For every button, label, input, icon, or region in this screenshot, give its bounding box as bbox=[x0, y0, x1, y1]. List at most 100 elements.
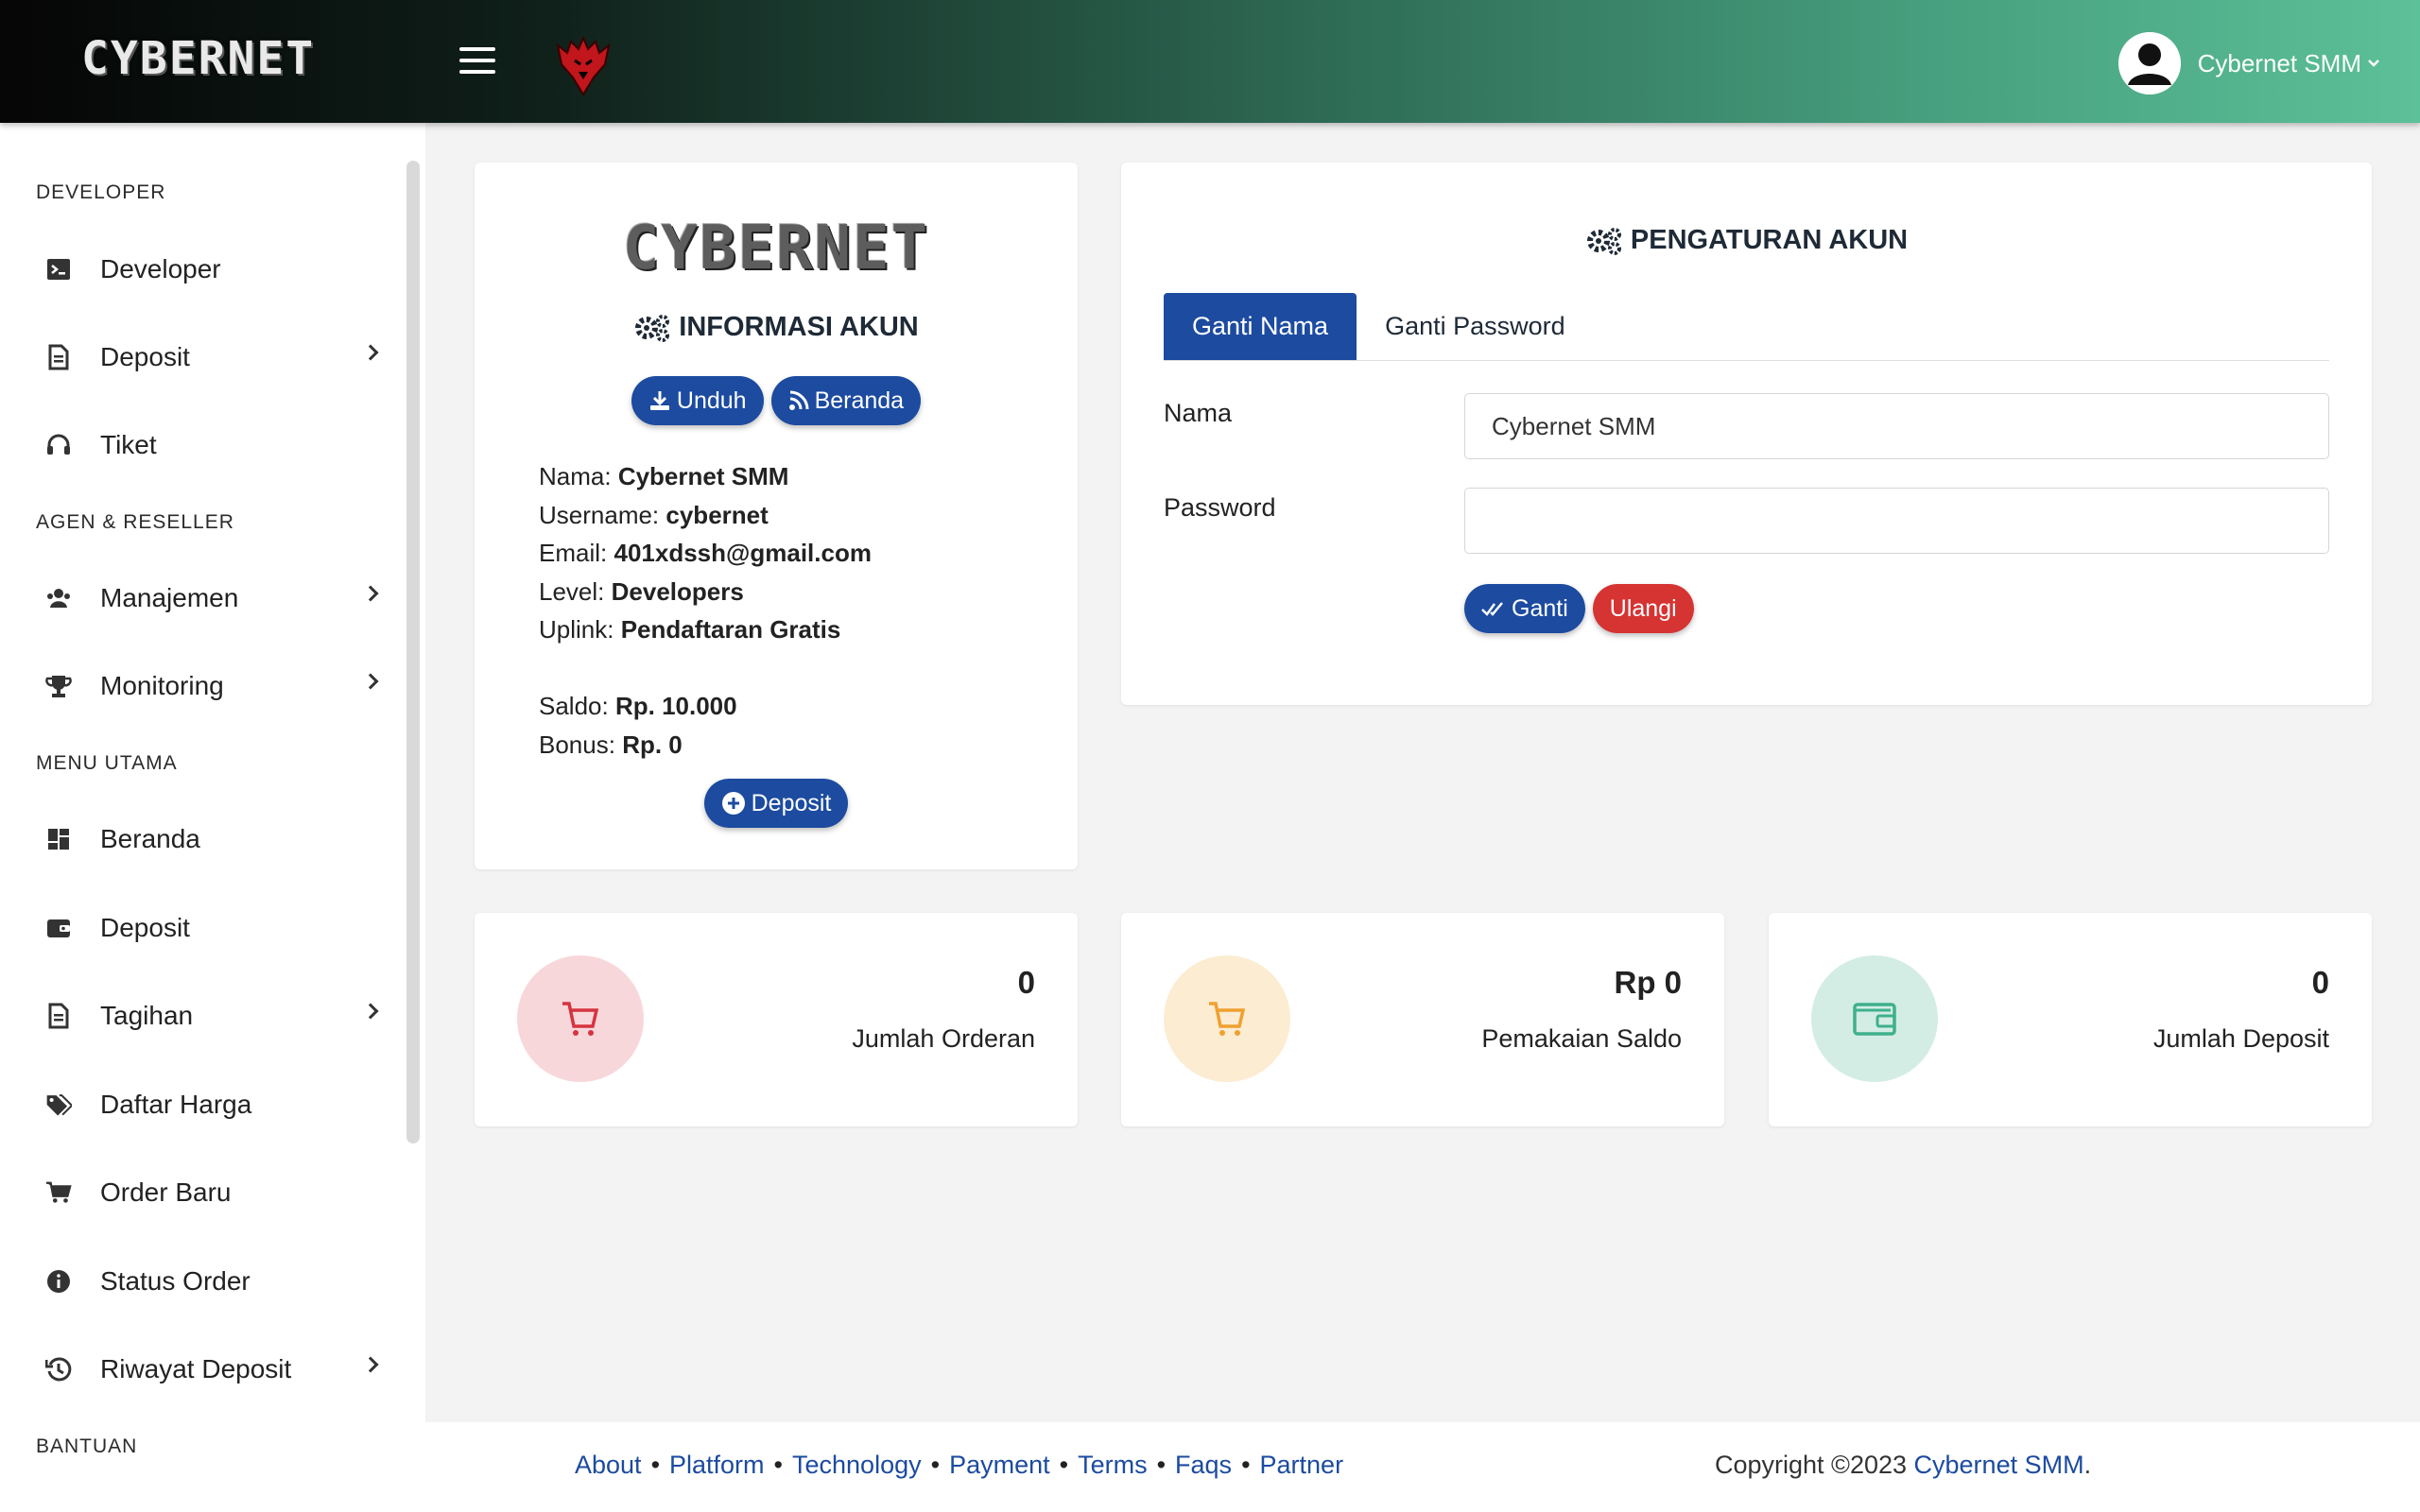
sidebar-item-label: Monitoring bbox=[100, 671, 224, 700]
sidebar-item-daftar-harga[interactable]: Daftar Harga bbox=[0, 1072, 397, 1138]
cobra-logo-icon bbox=[556, 36, 611, 96]
sidebar-item-tiket[interactable]: Tiket bbox=[0, 412, 397, 478]
account-info-title-text: INFORMASI AKUN bbox=[679, 312, 919, 342]
user-name: Cybernet SMM bbox=[2197, 48, 2361, 77]
avatar bbox=[2118, 32, 2181, 94]
rss-icon bbox=[788, 390, 809, 410]
chevron-down-icon bbox=[2368, 60, 2379, 67]
menu-toggle-icon[interactable] bbox=[459, 47, 497, 76]
sidebar-item-order-baru[interactable]: Order Baru bbox=[0, 1160, 397, 1226]
sidebar-item-status-order[interactable]: Status Order bbox=[0, 1248, 397, 1314]
detail-username: Username: cybernet bbox=[539, 500, 769, 529]
users-icon bbox=[45, 585, 72, 611]
sidebar-heading-bantuan: BANTUAN bbox=[36, 1435, 138, 1457]
sidebar-item-riwayat-deposit[interactable]: Riwayat Deposit bbox=[0, 1336, 397, 1402]
stat-value: 0 bbox=[1017, 965, 1035, 1000]
password-field-label: Password bbox=[1164, 493, 1276, 522]
double-check-icon bbox=[1481, 602, 1503, 616]
footer-link-about[interactable]: About bbox=[575, 1451, 642, 1480]
name-field[interactable] bbox=[1464, 393, 2329, 459]
detail-nama: Nama: Cybernet SMM bbox=[539, 462, 789, 490]
deposit-action: Deposit bbox=[475, 779, 1078, 828]
stat-label: Pemakaian Saldo bbox=[1481, 1024, 1682, 1053]
name-field-label: Nama bbox=[1164, 399, 1233, 427]
dashboard-icon bbox=[45, 826, 72, 852]
account-settings-card: PENGATURAN AKUN Ganti Nama Ganti Passwor… bbox=[1121, 163, 2372, 705]
home-button[interactable]: Beranda bbox=[770, 376, 922, 425]
sidebar-item-label: Tiket bbox=[100, 430, 157, 459]
sidebar-item-label: Manajemen bbox=[100, 583, 239, 612]
sidebar-item-deposit-dev[interactable]: Deposit bbox=[0, 324, 397, 390]
invoice-icon bbox=[45, 1003, 72, 1029]
sidebar-item-manajemen[interactable]: Manajemen bbox=[0, 565, 397, 631]
detail-saldo: Saldo: Rp. 10.000 bbox=[539, 692, 737, 720]
password-field[interactable] bbox=[1464, 488, 2329, 554]
chevron-right-icon bbox=[362, 1356, 379, 1373]
copyright: Copyright ©2023 Cybernet SMM. bbox=[1715, 1451, 2092, 1479]
detail-bonus: Bonus: Rp. 0 bbox=[539, 730, 683, 759]
sidebar-heading-menu-utama: MENU UTAMA bbox=[36, 752, 178, 774]
account-actions: Unduh Beranda bbox=[475, 376, 1078, 425]
sidebar-item-tagihan[interactable]: Tagihan bbox=[0, 983, 397, 1049]
chevron-right-icon bbox=[362, 585, 379, 602]
footer-link-faqs[interactable]: Faqs bbox=[1175, 1451, 1232, 1480]
home-button-label: Beranda bbox=[814, 387, 905, 414]
history-icon bbox=[45, 1356, 72, 1383]
settings-title-text: PENGATURAN AKUN bbox=[1630, 225, 1909, 255]
sidebar-item-monitoring[interactable]: Monitoring bbox=[0, 653, 397, 719]
user-menu[interactable]: Cybernet SMM bbox=[2118, 32, 2380, 94]
tab-ganti-nama[interactable]: Ganti Nama bbox=[1164, 293, 1357, 360]
footer-link-payment[interactable]: Payment bbox=[949, 1451, 1050, 1480]
reset-button[interactable]: Ulangi bbox=[1592, 584, 1694, 633]
trophy-icon bbox=[45, 673, 72, 699]
download-icon bbox=[649, 391, 669, 410]
detail-level: Level: Developers bbox=[539, 576, 744, 606]
submit-button[interactable]: Ganti bbox=[1464, 584, 1585, 633]
wallet-icon bbox=[1853, 1003, 1896, 1036]
tab-ganti-password[interactable]: Ganti Password bbox=[1357, 293, 1594, 360]
sidebar-item-developer[interactable]: Developer bbox=[0, 236, 397, 302]
download-button[interactable]: Unduh bbox=[631, 376, 764, 425]
stat-card-orders: 0 Jumlah Orderan bbox=[475, 913, 1078, 1126]
footer-link-platform[interactable]: Platform bbox=[669, 1451, 765, 1480]
headset-icon bbox=[45, 432, 72, 458]
account-details: Nama: Cybernet SMM Username: cybernet Em… bbox=[539, 457, 872, 764]
cart-icon bbox=[1209, 1002, 1246, 1036]
stat-card-balance-usage: Rp 0 Pemakaian Saldo bbox=[1121, 913, 1724, 1126]
settings-title: PENGATURAN AKUN bbox=[1121, 225, 2372, 256]
chevron-right-icon bbox=[362, 673, 379, 690]
settings-tabs: Ganti Nama Ganti Password bbox=[1164, 293, 2329, 361]
top-navbar: CYBERNET Cybernet SMM bbox=[0, 0, 2420, 123]
sidebar-item-deposit[interactable]: Deposit bbox=[0, 895, 397, 961]
footer-link-technology[interactable]: Technology bbox=[792, 1451, 922, 1480]
footer-link-terms[interactable]: Terms bbox=[1078, 1451, 1148, 1480]
brand-logo[interactable]: CYBERNET bbox=[81, 32, 315, 85]
stat-label: Jumlah Deposit bbox=[2152, 1024, 2329, 1053]
stat-icon-circle bbox=[517, 955, 644, 1082]
sidebar-item-beranda[interactable]: Beranda bbox=[0, 806, 397, 872]
footer: About • Platform • Technology • Payment • Te… bbox=[425, 1422, 2420, 1512]
stat-value: 0 bbox=[2311, 965, 2329, 1000]
sidebar-heading-developer: DEVELOPER bbox=[36, 181, 166, 203]
detail-uplink: Uplink: Pendaftaran Gratis bbox=[539, 615, 841, 644]
stat-value: Rp 0 bbox=[1614, 965, 1682, 1000]
cart-icon bbox=[45, 1179, 72, 1206]
settings-actions: Ganti Ulangi bbox=[1464, 584, 1694, 633]
card-brand-logo: CYBERNET bbox=[622, 214, 930, 284]
detail-email: Email: 401xdssh@gmail.com bbox=[539, 539, 872, 567]
sidebar-scrollbar[interactable] bbox=[406, 161, 420, 1143]
submit-button-label: Ganti bbox=[1512, 594, 1568, 622]
footer-link-partner[interactable]: Partner bbox=[1260, 1451, 1344, 1480]
account-info-title: INFORMASI AKUN bbox=[475, 312, 1078, 343]
sidebar-item-label: Beranda bbox=[100, 824, 200, 853]
chevron-right-icon bbox=[362, 1003, 379, 1020]
document-icon bbox=[45, 344, 72, 370]
sidebar-item-label: Tagihan bbox=[100, 1001, 194, 1030]
sidebar-item-label: Developer bbox=[100, 254, 221, 284]
deposit-button[interactable]: Deposit bbox=[703, 779, 849, 828]
cogs-icon bbox=[1586, 227, 1621, 255]
copyright-brand-link[interactable]: Cybernet SMM bbox=[1914, 1451, 2084, 1479]
cart-icon bbox=[562, 1002, 599, 1036]
terminal-icon bbox=[45, 256, 72, 283]
stat-label: Jumlah Orderan bbox=[852, 1024, 1035, 1053]
